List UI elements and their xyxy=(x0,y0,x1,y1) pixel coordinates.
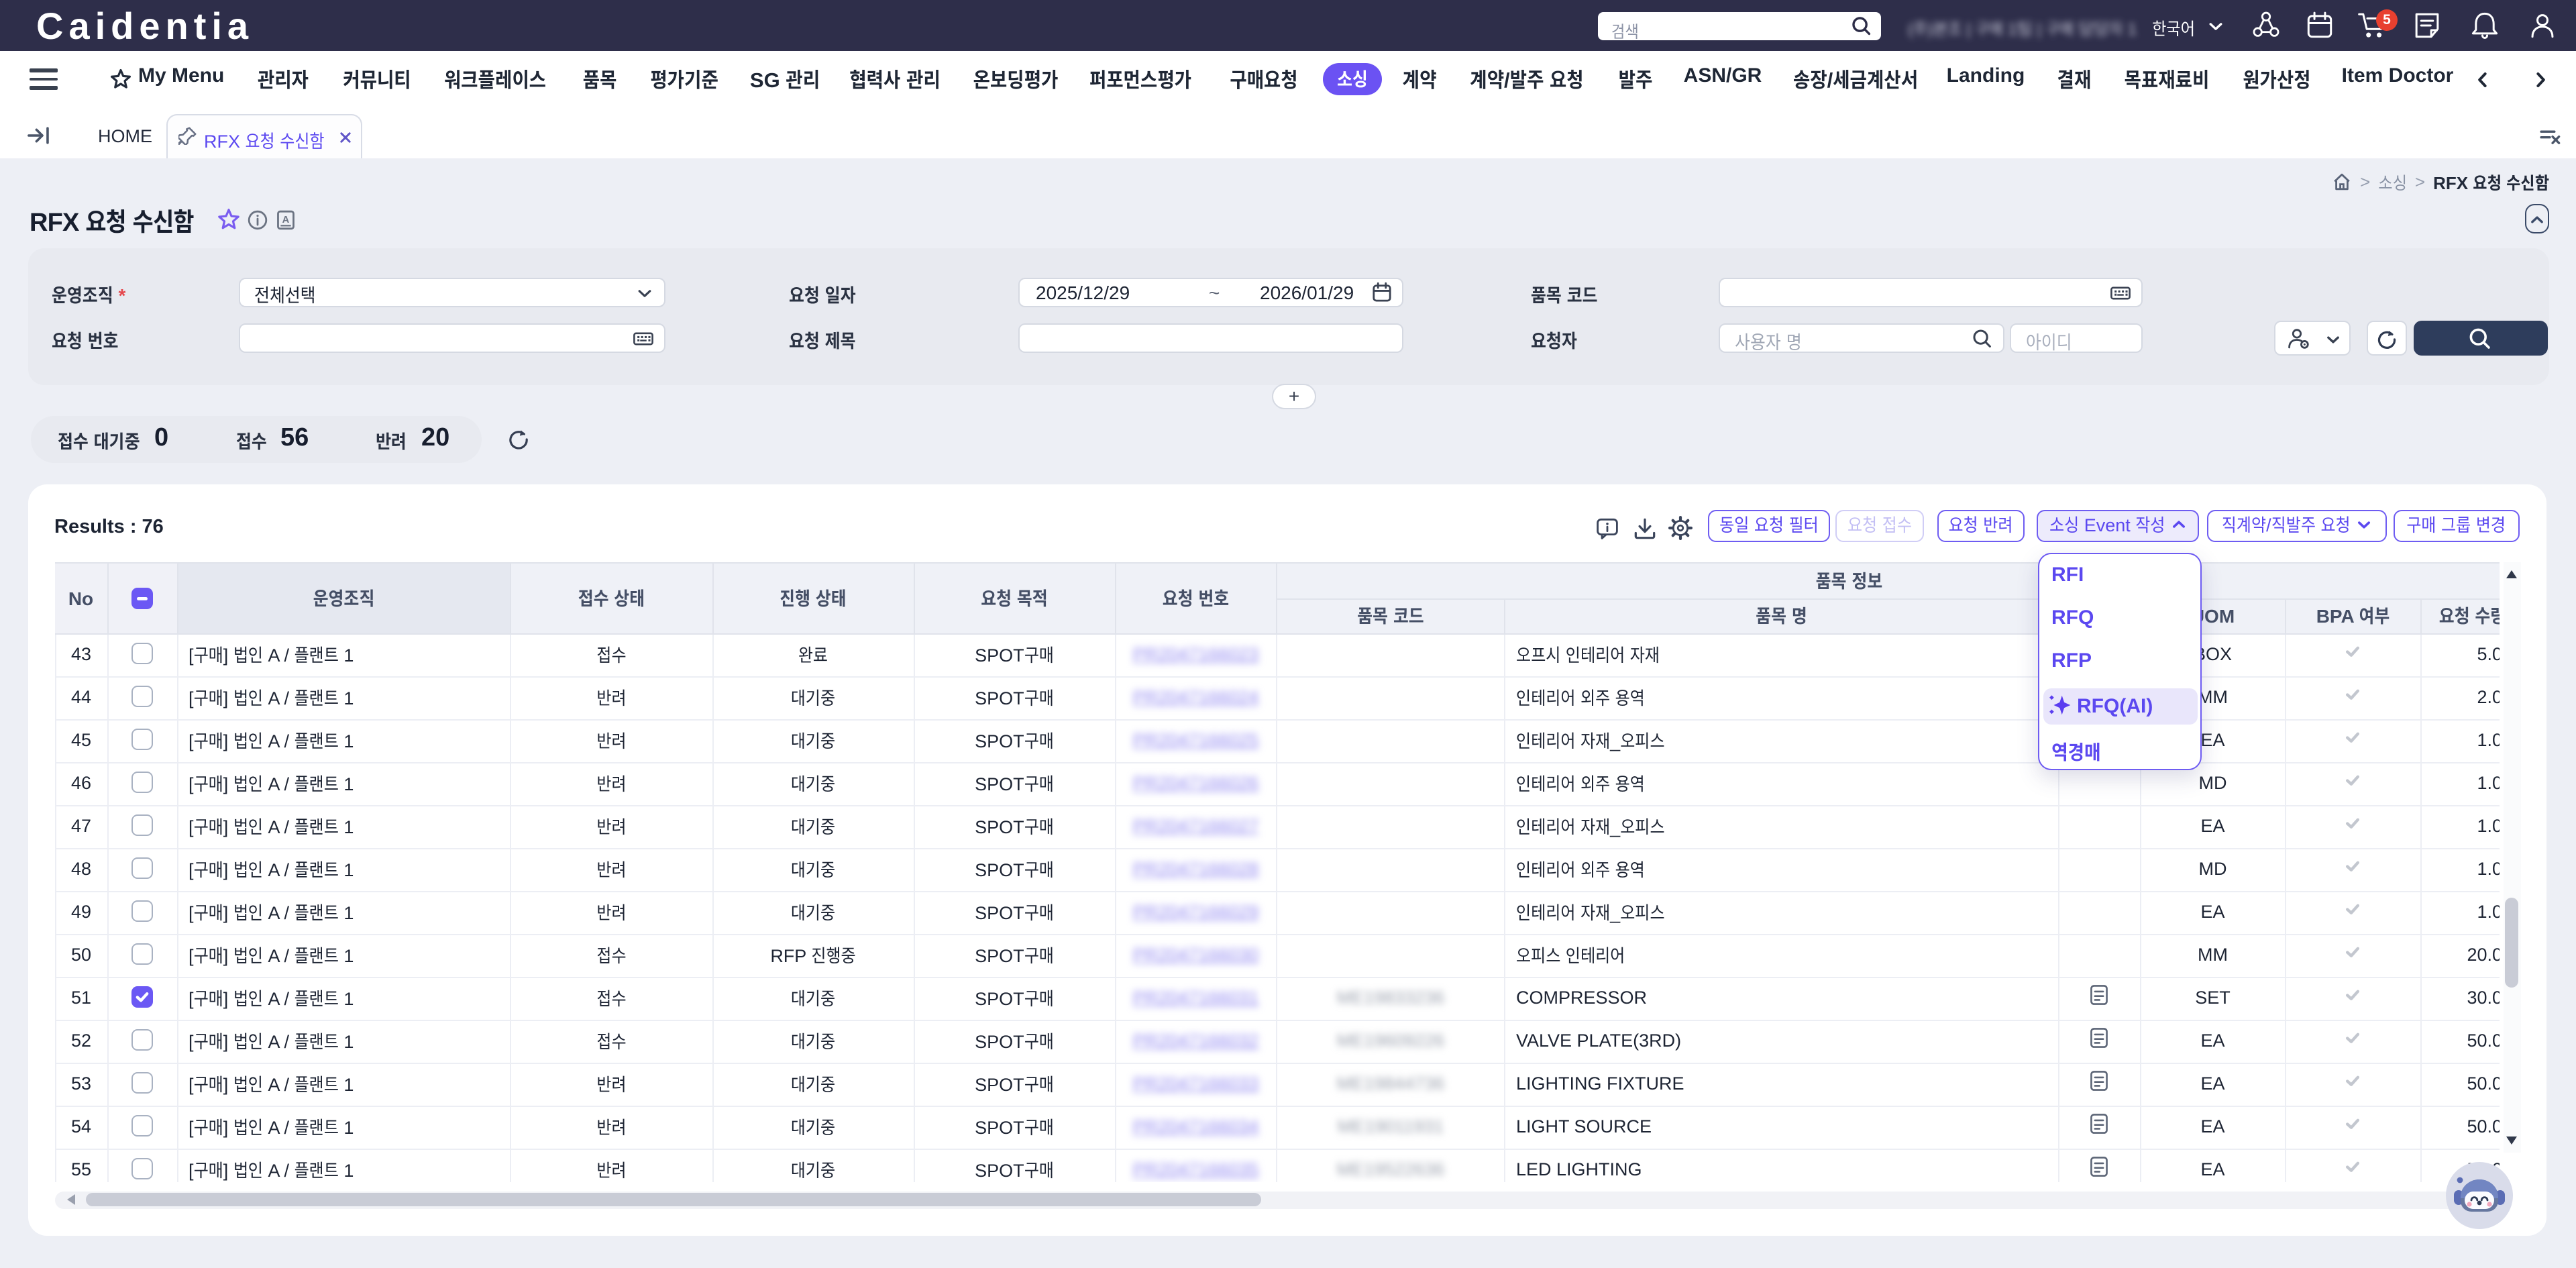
svg-text:A: A xyxy=(282,215,290,225)
